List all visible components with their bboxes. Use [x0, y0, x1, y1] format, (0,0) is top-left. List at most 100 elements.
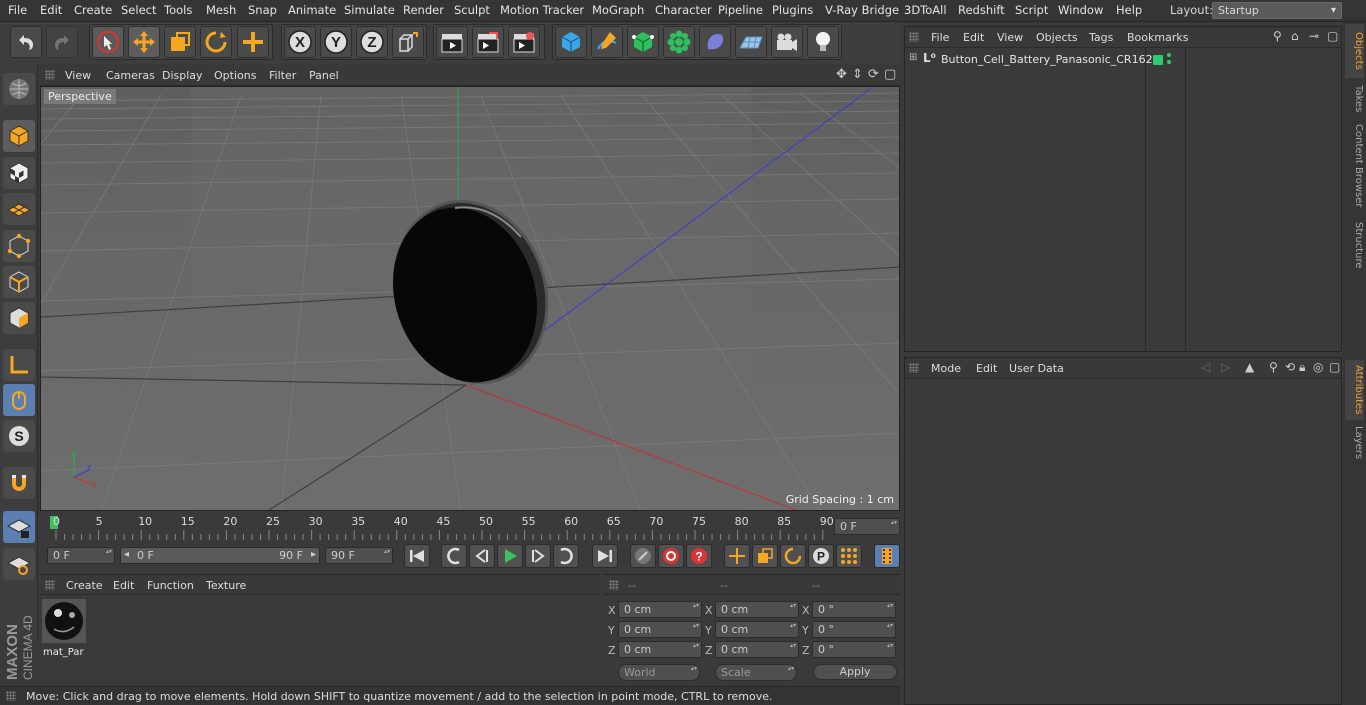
make-editable-button[interactable]: [3, 73, 35, 105]
menu-mograph[interactable]: MoGraph: [592, 3, 644, 17]
z-axis-button[interactable]: Z: [356, 26, 388, 58]
coordinate-system-button[interactable]: [392, 26, 424, 58]
tab-objects[interactable]: Objects: [1345, 24, 1364, 78]
menu-select[interactable]: Select: [121, 3, 156, 17]
go-to-end-button[interactable]: [592, 544, 618, 568]
recent-tool-button[interactable]: [237, 26, 269, 58]
menu-render[interactable]: Render: [403, 3, 444, 17]
position-x-field[interactable]: 0 cm: [618, 601, 702, 618]
cloner-button[interactable]: [663, 26, 695, 58]
next-frame-button[interactable]: [525, 544, 551, 568]
tab-attributes[interactable]: Attributes: [1345, 360, 1364, 420]
material-menu-texture[interactable]: Texture: [206, 579, 246, 592]
maximize-icon[interactable]: ▢: [1329, 360, 1340, 374]
render-to-picture-viewer-button[interactable]: [472, 26, 504, 58]
viewport-menu-view[interactable]: View: [65, 69, 91, 82]
object-menu-tags[interactable]: Tags: [1089, 31, 1113, 44]
previous-key-button[interactable]: [441, 544, 467, 568]
menu-create[interactable]: Create: [74, 3, 112, 17]
material-swatch[interactable]: mat_Par: [42, 599, 86, 658]
coord-scale-select[interactable]: Scale: [715, 664, 797, 681]
key-pla-button[interactable]: [836, 544, 862, 568]
object-row[interactable]: ⊞ L⁰ Button_Cell_Battery_Panasonic_CR162…: [905, 51, 1343, 69]
tab-structure[interactable]: Structure: [1345, 216, 1364, 274]
viewport-menu-options[interactable]: Options: [214, 69, 256, 82]
frame-range-slider[interactable]: ◂ 0 F 90 F ▸: [120, 547, 320, 564]
viewport-zoom-icon[interactable]: ⇕: [852, 67, 863, 82]
menu-edit[interactable]: Edit: [40, 3, 62, 17]
search-icon[interactable]: ⚲: [1273, 29, 1282, 43]
key-parameter-button[interactable]: P: [808, 544, 834, 568]
home-icon[interactable]: ⌂: [1291, 29, 1299, 43]
viewport-rotate-icon[interactable]: ⟳: [868, 67, 879, 82]
cube-button[interactable]: [555, 26, 587, 58]
attribute-menu-mode[interactable]: Mode: [931, 362, 961, 375]
render-settings-button[interactable]: [508, 26, 540, 58]
viewport-menu-panel[interactable]: Panel: [309, 69, 339, 82]
layout-select[interactable]: Startup: [1212, 2, 1342, 19]
attribute-menu-user-data[interactable]: User Data: [1009, 362, 1064, 375]
menu-character[interactable]: Character: [655, 3, 712, 17]
scale-tool-button[interactable]: [164, 26, 196, 58]
snap-button[interactable]: [3, 467, 35, 499]
axis-mode-button[interactable]: [3, 349, 35, 381]
rotation-b-field[interactable]: 0 °: [812, 641, 896, 658]
menu-plugins[interactable]: Plugins: [772, 3, 813, 17]
menu-animate[interactable]: Animate: [288, 3, 336, 17]
menu-vray-bridge[interactable]: V-Ray Bridge: [825, 3, 899, 17]
points-mode-button[interactable]: [3, 230, 35, 262]
menu-window[interactable]: Window: [1058, 3, 1103, 17]
menu-help[interactable]: Help: [1116, 3, 1142, 17]
go-to-start-button[interactable]: [404, 544, 430, 568]
menu-3dtoall[interactable]: 3DToAll: [904, 3, 947, 17]
menu-redshift[interactable]: Redshift: [958, 3, 1005, 17]
y-axis-button[interactable]: Y: [320, 26, 352, 58]
rotate-tool-button[interactable]: [200, 26, 232, 58]
workplane-button[interactable]: [3, 193, 35, 225]
size-y-field[interactable]: 0 cm: [715, 621, 799, 638]
solo-button[interactable]: S: [3, 420, 35, 452]
object-menu-edit[interactable]: Edit: [963, 31, 984, 44]
lock-icon[interactable]: 🔒︎: [1299, 360, 1305, 375]
apply-button[interactable]: Apply: [813, 664, 897, 680]
current-frame-field[interactable]: 0 F: [834, 518, 900, 535]
timeline-window-button[interactable]: [874, 544, 900, 568]
live-selection-button[interactable]: [92, 26, 124, 58]
rotation-p-field[interactable]: 0 °: [812, 621, 896, 638]
record-disabled-button[interactable]: [630, 544, 656, 568]
menu-motion-tracker[interactable]: Motion Tracker: [500, 3, 584, 17]
timeline-ruler[interactable]: 0 5 10 15 20 25 30 35 40 45 50 55 60 65 70 75 80 85 90 0 F: [40, 512, 900, 542]
key-scale-button[interactable]: [752, 544, 778, 568]
end-frame-field[interactable]: 90 F: [325, 547, 393, 564]
play-button[interactable]: [497, 544, 523, 568]
search-icon[interactable]: ⚲: [1269, 360, 1278, 374]
perspective-viewport[interactable]: y z x Perspective Grid Spacing : 1 cm: [40, 86, 900, 511]
texture-mode-button[interactable]: [3, 157, 35, 189]
record-active-button[interactable]: [658, 544, 684, 568]
render-view-button[interactable]: [436, 26, 468, 58]
menu-script[interactable]: Script: [1015, 3, 1048, 17]
start-frame-field[interactable]: 0 F: [47, 547, 115, 564]
menu-simulate[interactable]: Simulate: [344, 3, 395, 17]
viewport-menu-cameras[interactable]: Cameras: [106, 69, 155, 82]
model-mode-button[interactable]: [3, 120, 35, 152]
object-menu-bookmarks[interactable]: Bookmarks: [1127, 31, 1188, 44]
rotation-h-field[interactable]: 0 °: [812, 601, 896, 618]
viewport-pan-icon[interactable]: ✥: [836, 67, 847, 82]
link-icon[interactable]: ⊸: [1309, 29, 1319, 43]
menu-snap[interactable]: Snap: [248, 3, 277, 17]
history-icon[interactable]: ⟲: [1285, 360, 1295, 374]
tweak-mode-button[interactable]: [3, 384, 35, 416]
floor-button[interactable]: [735, 26, 767, 58]
menu-mesh[interactable]: Mesh: [206, 3, 236, 17]
pointer-icon[interactable]: ▲: [1245, 360, 1254, 374]
key-rotation-button[interactable]: [780, 544, 806, 568]
coord-mode-select[interactable]: World: [618, 664, 700, 681]
object-menu-file[interactable]: File: [931, 31, 949, 44]
target-icon[interactable]: ◎: [1313, 360, 1323, 374]
viewport-perspective-label[interactable]: Perspective: [44, 89, 116, 104]
object-name[interactable]: Button_Cell_Battery_Panasonic_CR1620: [941, 53, 1160, 66]
menu-pipeline[interactable]: Pipeline: [718, 3, 763, 17]
material-menu-edit[interactable]: Edit: [113, 579, 134, 592]
edges-mode-button[interactable]: [3, 266, 35, 298]
